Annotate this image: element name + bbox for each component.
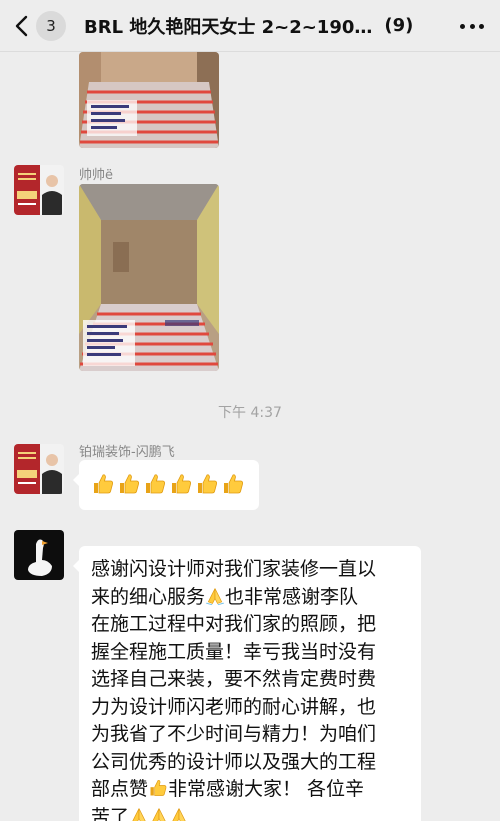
more-button[interactable] (460, 14, 484, 38)
folded-hands-icon (169, 806, 189, 821)
thumbs-message-bubble[interactable] (73, 460, 259, 510)
time-separator: 下午 4:37 (218, 405, 282, 421)
member-count: (9) (384, 15, 414, 36)
construction-photo (79, 184, 219, 371)
folded-hands-icon (129, 806, 149, 821)
more-dots-icon (460, 23, 465, 29)
unread-count-badge: 3 (36, 10, 66, 41)
thumbs-up-icon (169, 472, 193, 497)
long-text-message-bubble[interactable]: 感谢闪设计师对我们家装修一直以 来的细心服务 也非常感谢李队 在施工过程中对我们家… (73, 546, 421, 821)
avatar[interactable] (14, 530, 64, 580)
goose-avatar-image (14, 530, 64, 580)
chat-header: 3 BRL 地久艳阳天女士 2~2~190… (9) (0, 0, 500, 52)
thumbs-row (79, 460, 259, 509)
construction-photo (79, 52, 219, 148)
folded-hands-icon (205, 586, 225, 608)
thumbs-up-icon (148, 778, 168, 800)
photo-message-1[interactable] (79, 52, 219, 148)
sender-name: 帅帅ë (79, 168, 113, 183)
sender-name: 铂瑞装饰-闪鹏飞 (79, 445, 175, 460)
chevron-left-icon (15, 15, 28, 36)
thumbs-up-icon (221, 472, 245, 497)
thumbs-up-icon (143, 472, 167, 497)
thumbs-up-icon (195, 472, 219, 497)
avatar-image (14, 444, 64, 494)
thumbs-up-icon (117, 472, 141, 497)
photo-message-2[interactable] (79, 184, 219, 371)
thumbs-up-icon (91, 472, 115, 497)
chat-title: BRL 地久艳阳天女士 2~2~190… (84, 16, 373, 38)
avatar-image (14, 165, 64, 215)
back-button[interactable]: 3 (14, 6, 66, 46)
message-text: 感谢闪设计师对我们家装修一直以 来的细心服务 也非常感谢李队 在施工过程中对我们家… (79, 546, 421, 821)
folded-hands-icon (149, 806, 169, 821)
avatar[interactable] (14, 165, 64, 215)
avatar[interactable] (14, 444, 64, 494)
